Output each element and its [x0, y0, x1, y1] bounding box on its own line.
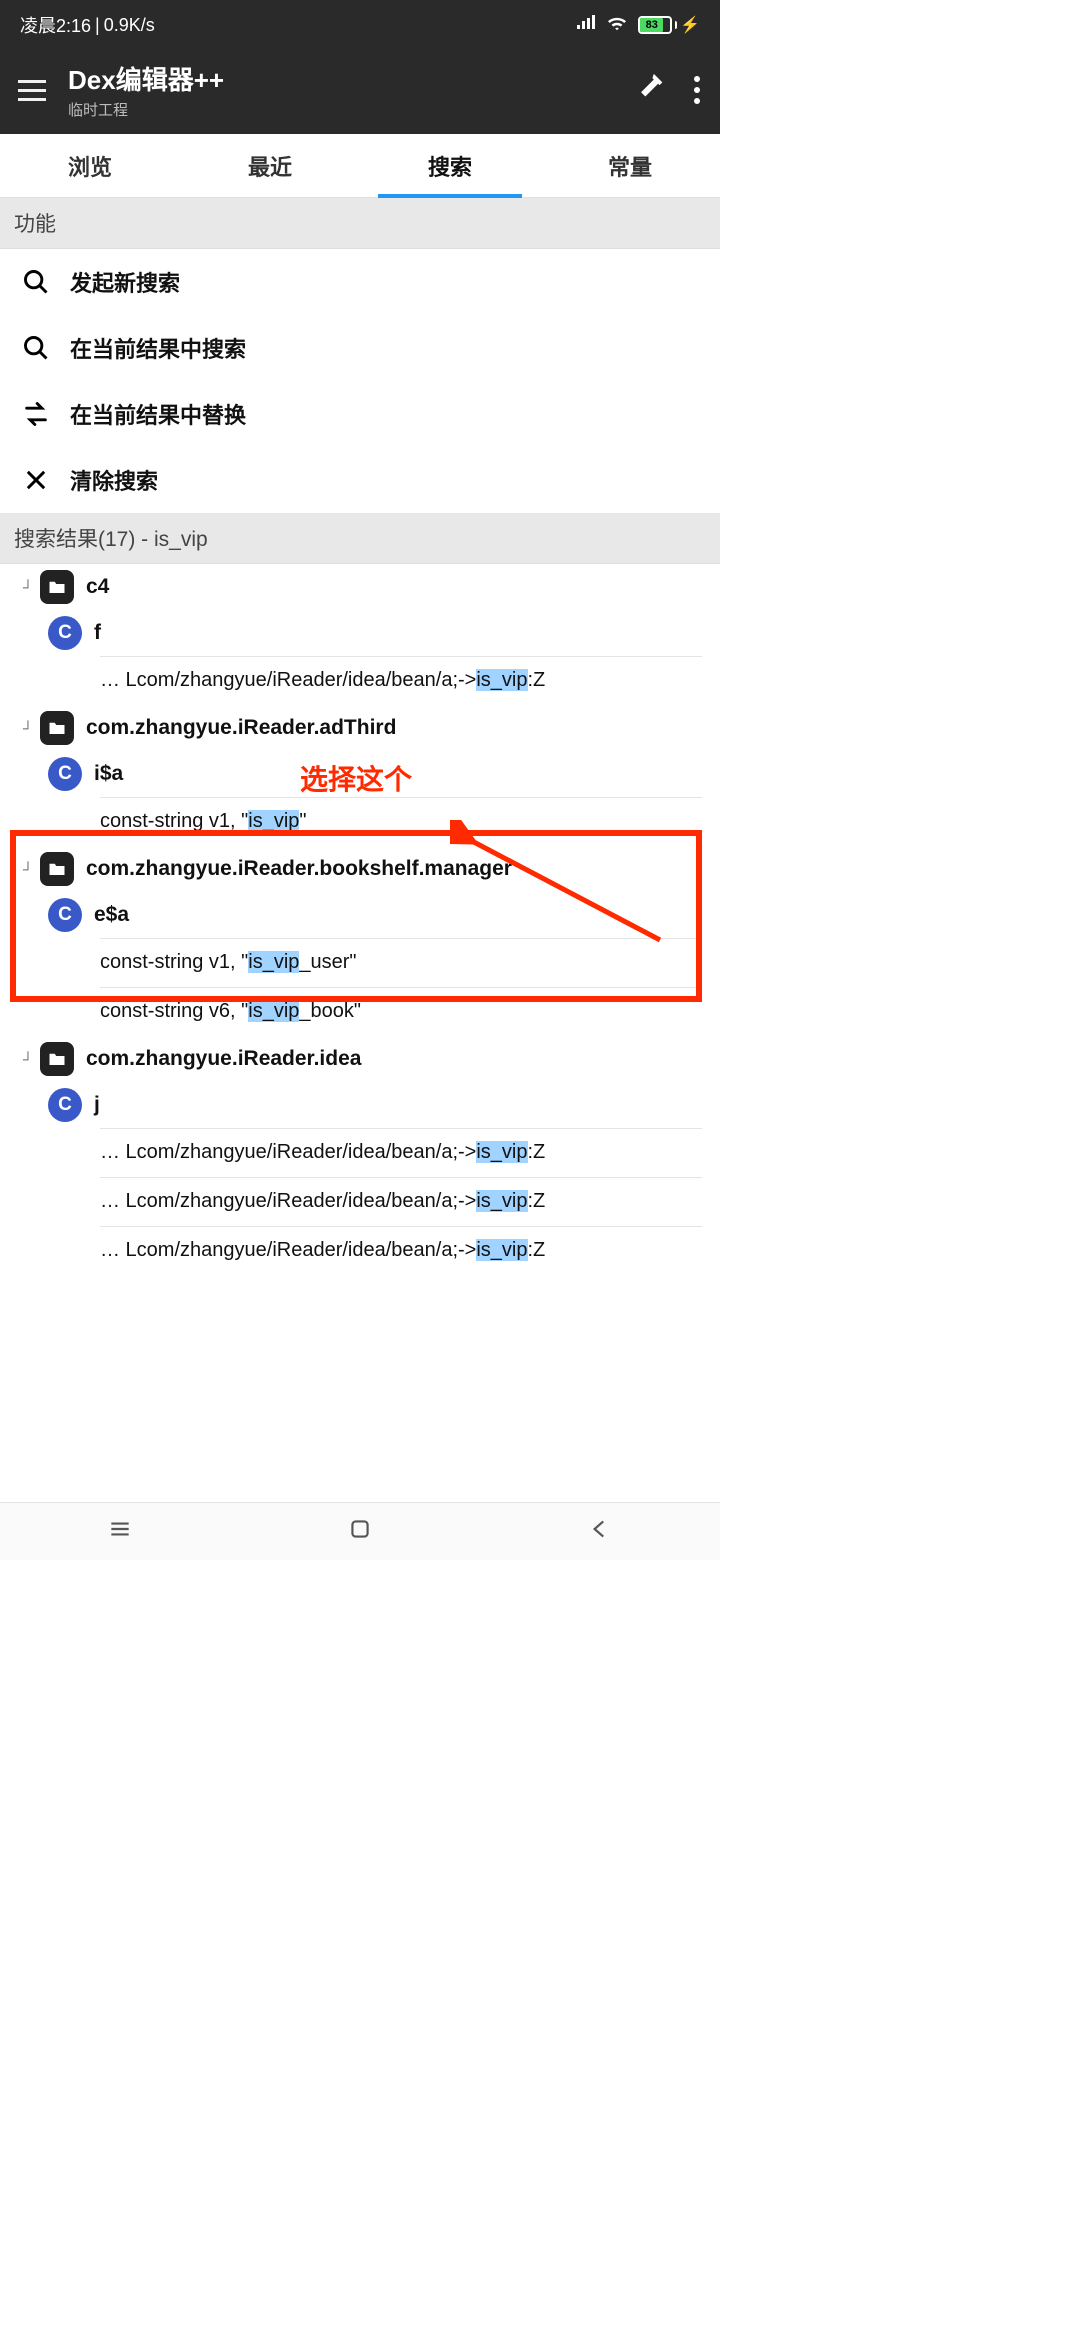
action-label: 在当前结果中替换 [70, 398, 246, 430]
class-row[interactable]: Ce$a [0, 892, 720, 938]
class-row[interactable]: Cf [0, 610, 720, 656]
action-label: 发起新搜索 [70, 266, 180, 298]
app-title: Dex编辑器++ [68, 60, 634, 97]
class-icon: C [48, 616, 82, 650]
signal-icon [576, 15, 596, 36]
app-bar: Dex编辑器++ 临时工程 [0, 50, 720, 134]
package-name: com.zhangyue.iReader.bookshelf.manager [86, 857, 512, 881]
package-row[interactable]: ┘ c4 [0, 564, 720, 610]
action-item-2[interactable]: 在当前结果中替换 [0, 381, 720, 447]
action-item-3[interactable]: 清除搜索 [0, 447, 720, 513]
action-item-0[interactable]: 发起新搜索 [0, 249, 720, 315]
collapse-icon: ┘ [16, 720, 40, 736]
class-name: j [94, 1093, 100, 1117]
close-icon [22, 466, 50, 494]
package-name: c4 [86, 575, 109, 599]
results-tree: ┘c4Cf… Lcom/zhangyue/iReader/idea/bean/a… [0, 564, 720, 1295]
class-icon: C [48, 757, 82, 791]
action-label: 在当前结果中搜索 [70, 332, 246, 364]
package-row[interactable]: ┘ com.zhangyue.iReader.idea [0, 1036, 720, 1082]
class-row[interactable]: Cj [0, 1082, 720, 1128]
class-row[interactable]: Ci$a [0, 751, 720, 797]
package-name: com.zhangyue.iReader.idea [86, 1047, 361, 1071]
section-header-results: 搜索结果(17) - is_vip [0, 513, 720, 564]
folder-icon [40, 711, 74, 745]
swap-icon [22, 400, 50, 428]
action-item-1[interactable]: 在当前结果中搜索 [0, 315, 720, 381]
code-line[interactable]: const-string v1, "is_vip" [0, 797, 720, 846]
collapse-icon: ┘ [16, 1051, 40, 1067]
class-name: e$a [94, 903, 129, 927]
package-row[interactable]: ┘ com.zhangyue.iReader.bookshelf.manager [0, 846, 720, 892]
tab-0[interactable]: 浏览 [0, 134, 180, 197]
status-time: 凌晨2:16 [20, 12, 91, 38]
nav-back-button[interactable] [587, 1516, 613, 1547]
folder-icon [40, 570, 74, 604]
battery-icon: 83 ⚡ [638, 15, 700, 35]
collapse-icon: ┘ [16, 861, 40, 877]
menu-button[interactable] [14, 70, 54, 110]
code-line[interactable]: const-string v1, "is_vip_user" [0, 938, 720, 987]
code-line[interactable]: … Lcom/zhangyue/iReader/idea/bean/a;->is… [0, 1177, 720, 1226]
tab-bar: 浏览最近搜索常量 [0, 134, 720, 198]
section-header-actions: 功能 [0, 198, 720, 249]
folder-icon [40, 852, 74, 886]
code-line[interactable]: … Lcom/zhangyue/iReader/idea/bean/a;->is… [0, 1128, 720, 1177]
nav-recent-button[interactable] [107, 1516, 133, 1547]
tab-3[interactable]: 常量 [540, 134, 720, 197]
action-label: 清除搜索 [70, 464, 158, 496]
code-line[interactable]: … Lcom/zhangyue/iReader/idea/bean/a;->is… [0, 1226, 720, 1275]
class-name: i$a [94, 762, 123, 786]
tab-2[interactable]: 搜索 [360, 134, 540, 197]
code-line[interactable]: … Lcom/zhangyue/iReader/idea/bean/a;->is… [0, 656, 720, 705]
package-name: com.zhangyue.iReader.adThird [86, 716, 396, 740]
class-icon: C [48, 1088, 82, 1122]
app-subtitle: 临时工程 [68, 99, 634, 120]
status-speed: 0.9K/s [104, 15, 155, 36]
system-nav-bar [0, 1502, 720, 1560]
status-bar: 凌晨2:16 | 0.9K/s 83 ⚡ [0, 0, 720, 50]
folder-icon [40, 1042, 74, 1076]
actions-list: 发起新搜索在当前结果中搜索在当前结果中替换清除搜索 [0, 249, 720, 513]
nav-home-button[interactable] [347, 1516, 373, 1547]
code-line[interactable]: const-string v6, "is_vip_book" [0, 987, 720, 1036]
tab-1[interactable]: 最近 [180, 134, 360, 197]
package-row[interactable]: ┘ com.zhangyue.iReader.adThird [0, 705, 720, 751]
overflow-menu-button[interactable] [694, 76, 700, 104]
search-icon [22, 268, 50, 296]
search-icon [22, 334, 50, 362]
class-name: f [94, 621, 101, 645]
wifi-icon [606, 14, 628, 37]
collapse-icon: ┘ [16, 579, 40, 595]
build-icon[interactable] [634, 71, 668, 110]
class-icon: C [48, 898, 82, 932]
